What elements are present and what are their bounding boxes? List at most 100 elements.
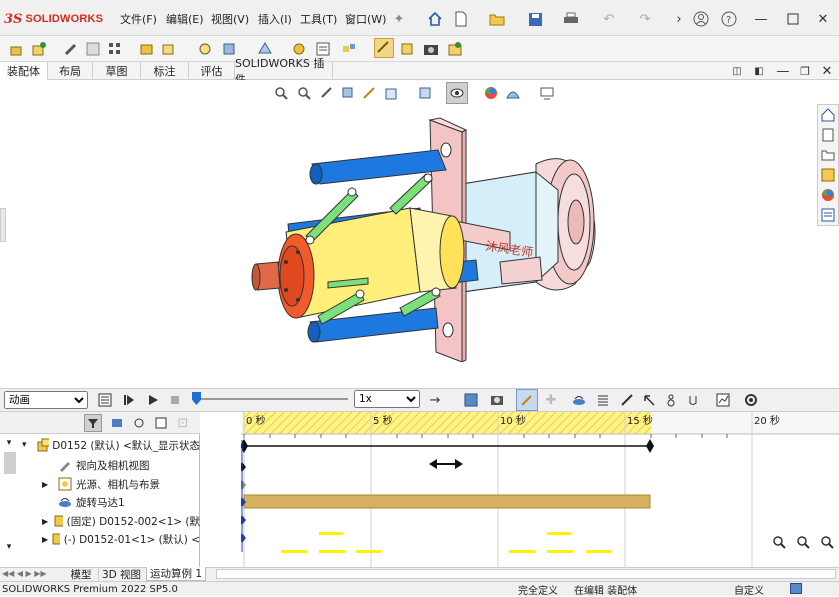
tree-scroll-down-icon[interactable]: ▾ (0, 540, 18, 554)
menu-file[interactable]: 文件(F) (120, 10, 157, 28)
gravity-icon[interactable] (684, 391, 702, 409)
play-icon[interactable] (144, 391, 162, 409)
tree-row-part-fixed[interactable]: ▶ (固定) D0152-002<1> (默 (0, 512, 200, 530)
previous-view-icon[interactable] (318, 84, 336, 102)
save-icon[interactable] (526, 10, 544, 28)
user-icon[interactable] (692, 10, 710, 28)
tree-row-lights[interactable]: ▶ 光源、相机与布景 (0, 475, 200, 493)
zoom-to-fit-timeline-icon[interactable] (818, 533, 836, 551)
component-preview-icon[interactable] (84, 40, 102, 58)
results-and-plots-icon[interactable] (714, 391, 732, 409)
tab-markup[interactable]: 标注 (141, 62, 189, 80)
home-icon[interactable] (426, 10, 444, 28)
tab-model[interactable]: 模型 (66, 567, 96, 581)
tab-layout[interactable]: 布局 (48, 62, 93, 80)
pin-icon[interactable]: ✦ (390, 10, 408, 28)
display-style-icon[interactable] (416, 84, 434, 102)
panel-expand-icon[interactable]: ◧ (750, 62, 768, 80)
menu-view[interactable]: 视图(V) (211, 10, 249, 28)
view-orientation-icon[interactable] (383, 84, 401, 102)
view-palette-icon[interactable] (819, 166, 837, 184)
edit-appearance-icon[interactable] (482, 84, 500, 102)
stop-icon[interactable] (166, 391, 184, 409)
playback-mode-icon[interactable]: → (426, 391, 444, 409)
motor-icon[interactable] (570, 391, 588, 409)
force-icon[interactable] (640, 391, 658, 409)
autokey-icon[interactable] (516, 389, 538, 411)
tab-addins[interactable]: SOLIDWORKS 插件 (235, 57, 333, 86)
tab-scroll-arrows[interactable]: ◀◀ ◀ ▶ ▶▶ (2, 569, 54, 579)
appearances-icon[interactable] (819, 186, 837, 204)
view-settings-icon[interactable] (538, 84, 556, 102)
filter-results-icon[interactable] (152, 414, 170, 432)
panel-splitter[interactable] (0, 208, 6, 242)
timeline-graph[interactable]: 0 秒 5 秒 10 秒 15 秒 20 秒 (241, 412, 839, 567)
move-component-icon[interactable] (160, 40, 178, 58)
filter-animated-icon[interactable] (84, 414, 102, 432)
edit-component-icon[interactable] (8, 40, 26, 58)
file-explorer-icon[interactable] (819, 146, 837, 164)
doc-restore-icon[interactable]: ❐ (796, 62, 814, 80)
zoom-out-timeline-icon[interactable] (770, 533, 788, 551)
damper-icon[interactable] (618, 391, 636, 409)
tab-motion-study[interactable]: 运动算例 1 (146, 567, 206, 581)
filter-driving-icon[interactable] (108, 414, 126, 432)
tab-evaluate[interactable]: 评估 (189, 62, 235, 80)
solidworks-logo[interactable]: 3S SOLIDWORKS (4, 10, 103, 28)
apply-scene-icon[interactable] (504, 84, 522, 102)
expand-icon[interactable]: ▶ (42, 517, 53, 526)
maximize-icon[interactable] (784, 10, 802, 28)
tab-sketch[interactable]: 草图 (93, 62, 141, 80)
doc-close-icon[interactable]: ✕ (818, 62, 836, 80)
spring-icon[interactable] (594, 391, 612, 409)
contact-icon[interactable] (662, 391, 680, 409)
zoom-to-area-icon[interactable] (295, 84, 313, 102)
assembly-model[interactable]: 沐风老师 (240, 112, 620, 362)
section-view-icon[interactable] (339, 84, 357, 102)
redo-icon[interactable]: ↷ (636, 10, 654, 28)
tree-scrollbar-thumb[interactable] (4, 452, 16, 474)
tree-row-view-camera[interactable]: 视向及相机视图 (0, 456, 200, 474)
smart-fasteners-icon[interactable] (138, 40, 156, 58)
expand-icon[interactable]: ▶ (42, 535, 51, 544)
dynamic-annotation-icon[interactable] (360, 84, 378, 102)
tree-row-assembly[interactable]: ▾ D0152 (默认) <默认_显示状态 (0, 436, 200, 454)
study-type-select[interactable]: 动画 (4, 391, 88, 409)
design-library-icon[interactable] (819, 126, 837, 144)
select-arrow-icon[interactable]: › (670, 10, 688, 28)
solidworks-resources-icon[interactable] (819, 106, 837, 124)
help-icon[interactable]: ? (720, 10, 738, 28)
close-icon[interactable]: ✕ (814, 10, 832, 28)
panel-collapse-icon[interactable]: ◫ (728, 62, 746, 80)
tab-assembly[interactable]: 装配体 (0, 62, 48, 80)
minimize-icon[interactable]: — (752, 10, 770, 28)
tree-row-part-floating[interactable]: ▶ (-) D0152-01<1> (默认) < (0, 530, 200, 548)
menu-edit[interactable]: 编辑(E) (166, 10, 204, 28)
update-speedpak-icon[interactable] (398, 40, 416, 58)
menu-insert[interactable]: 插入(I) (258, 10, 292, 28)
filter-selected-icon[interactable] (130, 414, 148, 432)
horizontal-scrollbar[interactable] (216, 569, 836, 579)
add-key-icon[interactable]: ✚ (542, 391, 560, 409)
mate-icon[interactable] (62, 40, 80, 58)
new-document-icon[interactable] (452, 10, 470, 28)
menu-window[interactable]: 窗口(W) (345, 10, 386, 28)
tree-row-motor[interactable]: 旋转马达1 (0, 493, 200, 511)
instant3d-icon[interactable] (374, 38, 394, 58)
playback-slider-track[interactable] (194, 398, 348, 400)
expand-icon[interactable]: ▶ (42, 480, 58, 489)
hide-show-items-icon[interactable] (446, 82, 468, 104)
status-custom-icon[interactable] (790, 583, 802, 594)
print-icon[interactable] (562, 10, 580, 28)
autofit-icon[interactable]: ⊡ (174, 414, 192, 432)
linear-pattern-icon[interactable] (106, 40, 124, 58)
zoom-to-fit-icon[interactable] (272, 84, 290, 102)
undo-icon[interactable]: ↶ (600, 10, 618, 28)
status-units[interactable]: 自定义 (734, 583, 764, 597)
play-from-start-icon[interactable] (120, 391, 138, 409)
large-assembly-icon[interactable] (446, 40, 464, 58)
exploded-view-icon[interactable] (340, 40, 358, 58)
collapse-icon[interactable]: ▾ (22, 440, 37, 450)
motion-study-properties-icon[interactable] (742, 391, 760, 409)
save-animation-icon[interactable] (462, 391, 480, 409)
